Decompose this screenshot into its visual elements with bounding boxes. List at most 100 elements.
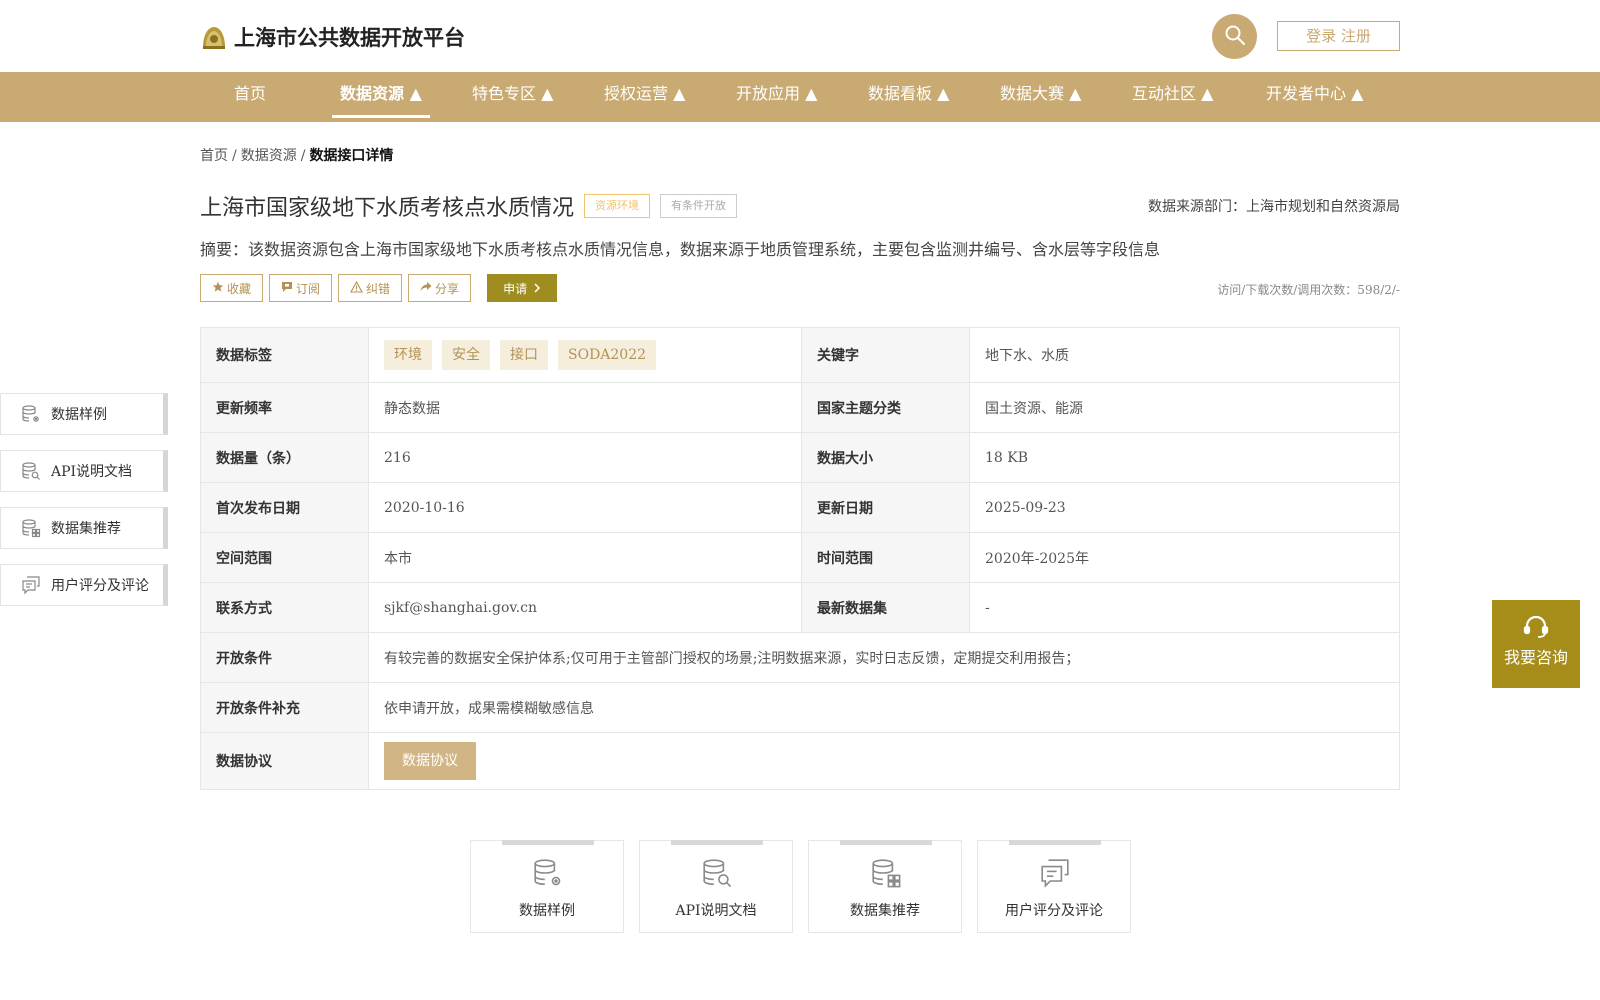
comment-icon [21,575,41,595]
keywords-label: 关键字 [801,327,970,383]
nav-special-zones[interactable]: 特色专区 ▲ [472,72,553,122]
dataset-title-row: 上海市国家级地下水质考核点水质情况 资源环境 有条件开放 [200,190,738,222]
table-row: 联系方式 sjkf@shanghai.gov.cn 最新数据集 - [200,582,1400,633]
nav-developer-center[interactable]: 开发者中心 ▲ [1266,72,1363,122]
side-nav-label: 数据集推荐 [51,521,121,537]
open-type-badge: 有条件开放 [660,194,738,218]
tag-chip[interactable]: 环境 [384,340,432,370]
side-nav-dataset-recommend[interactable]: 数据集推荐 [0,507,168,549]
logo-emblem-icon [200,23,228,51]
headset-icon [1492,614,1580,640]
main-nav: 首页 数据资源 ▲ 特色专区 ▲ 授权运营 ▲ 开放应用 ▲ 数据看板 ▲ 数据… [0,72,1600,122]
card-api-docs[interactable]: API说明文档 [639,840,793,933]
nav-data-dashboard[interactable]: 数据看板 ▲ [868,72,949,122]
tags-cell: 环境 安全 接口 SODA2022 [368,327,802,383]
table-row: 数据量（条） 216 数据大小 18 KB [200,432,1400,483]
breadcrumb: 首页 / 数据资源 / 数据接口详情 [200,145,393,165]
side-nav-data-sample[interactable]: 数据样例 [0,393,168,435]
first-publish-label: 首次发布日期 [200,482,369,533]
update-date-label: 更新日期 [801,482,970,533]
latest-dataset-label: 最新数据集 [801,582,970,633]
category-badge: 资源环境 [584,194,651,218]
dataset-summary: 摘要：该数据资源包含上海市国家级地下水质考核点水质情况信息，数据来源于地质管理系… [200,240,1161,259]
table-row: 更新频率 静态数据 国家主题分类 国土资源、能源 [200,382,1400,433]
collect-label: 收藏 [227,281,252,296]
nav-data-resources[interactable]: 数据资源 ▲ [332,72,430,122]
card-top-bar [1009,840,1101,845]
table-row: 开放条件补充 依申请开放，成果需模糊敏感信息 [200,682,1400,733]
site-logo[interactable]: 上海市公共数据开放平台 [200,22,465,52]
side-nav-label: 数据样例 [51,407,107,423]
consult-label: 我要咨询 [1503,648,1568,667]
open-condition-extra-value: 依申请开放，成果需模糊敏感信息 [368,682,1400,733]
side-nav-ratings[interactable]: 用户评分及评论 [0,564,168,606]
report-error-label: 纠错 [366,281,391,296]
breadcrumb-home[interactable]: 首页 [200,148,228,164]
card-label: 数据集推荐 [850,903,920,919]
spatial-scope-value: 本市 [368,532,802,583]
tag-chip[interactable]: 安全 [442,340,490,370]
apply-label: 申请 [503,281,528,296]
subscribe-button[interactable]: 订阅 [269,274,333,302]
open-condition-label: 开放条件 [200,632,369,683]
subscribe-icon [281,281,296,296]
nav-authorized-operation[interactable]: 授权运营 ▲ [604,72,685,122]
update-frequency-value: 静态数据 [368,382,802,433]
breadcrumb-section[interactable]: 数据资源 [241,148,297,164]
data-size-label: 数据大小 [801,432,970,483]
breadcrumb-current: 数据接口详情 [309,148,394,164]
record-count-label: 数据量（条） [200,432,369,483]
table-row: 首次发布日期 2020-10-16 更新日期 2025-09-23 [200,482,1400,533]
time-range-value: 2020年-2025年 [969,532,1400,583]
card-ratings[interactable]: 用户评分及评论 [977,840,1131,933]
card-top-bar [840,840,932,845]
nav-open-apps[interactable]: 开放应用 ▲ [736,72,817,122]
tag-chip[interactable]: SODA2022 [558,340,657,370]
consult-button[interactable]: 我要咨询 [1492,600,1580,688]
table-row: 数据标签 环境 安全 接口 SODA2022 关键字 地下水、水质 [200,327,1400,383]
nav-community[interactable]: 互动社区 ▲ [1132,72,1213,122]
share-label: 分享 [435,281,460,296]
nav-data-contest[interactable]: 数据大赛 ▲ [1000,72,1081,122]
database-gear-icon [21,404,41,424]
card-top-bar [671,840,763,845]
table-row: 空间范围 本市 时间范围 2020年-2025年 [200,532,1400,583]
national-theme-value: 国土资源、能源 [969,382,1400,433]
card-label: 数据样例 [519,903,575,919]
collect-button[interactable]: 收藏 [200,274,264,302]
national-theme-label: 国家主题分类 [801,382,970,433]
contact-label: 联系方式 [200,582,369,633]
card-dataset-recommend[interactable]: 数据集推荐 [808,840,962,933]
table-row: 数据协议 数据协议 [200,732,1400,790]
star-icon [212,281,227,296]
agreement-label: 数据协议 [200,732,369,790]
tags-label: 数据标签 [200,327,369,383]
breadcrumb-separator: / [232,148,237,164]
login-register-button[interactable]: 登录 注册 [1277,21,1400,51]
first-publish-value: 2020-10-16 [368,482,802,533]
nav-home[interactable]: 首页 [234,72,266,122]
search-button[interactable] [1212,14,1257,59]
agreement-cell: 数据协议 [368,732,1400,790]
latest-dataset-value[interactable]: - [969,582,1400,633]
usage-stats: 访问/下载次数/调用次数：598/2/- [1217,283,1400,297]
agreement-button[interactable]: 数据协议 [384,742,476,780]
update-date-value: 2025-09-23 [969,482,1400,533]
open-condition-value: 有较完善的数据安全保护体系;仅可用于主管部门授权的场景;注明数据来源，实时日志反… [368,632,1400,683]
share-button[interactable]: 分享 [408,274,472,302]
side-nav-api-docs[interactable]: API说明文档 [0,450,168,492]
chevron-right-icon [533,283,541,293]
card-data-sample[interactable]: 数据样例 [470,840,624,933]
page-title: 上海市国家级地下水质考核点水质情况 [200,196,575,221]
action-bar: 收藏 订阅 纠错 分享 申请 [200,274,558,302]
table-row: 开放条件 有较完善的数据安全保护体系;仅可用于主管部门授权的场景;注明数据来源，… [200,632,1400,683]
card-label: 用户评分及评论 [1005,903,1103,919]
apply-button[interactable]: 申请 [487,274,558,302]
database-grid-icon [21,518,41,538]
share-icon [420,281,435,296]
spatial-scope-label: 空间范围 [200,532,369,583]
tag-chip[interactable]: 接口 [500,340,548,370]
site-title: 上海市公共数据开放平台 [234,26,465,50]
report-error-button[interactable]: 纠错 [338,274,403,302]
database-grid-icon [870,857,902,893]
